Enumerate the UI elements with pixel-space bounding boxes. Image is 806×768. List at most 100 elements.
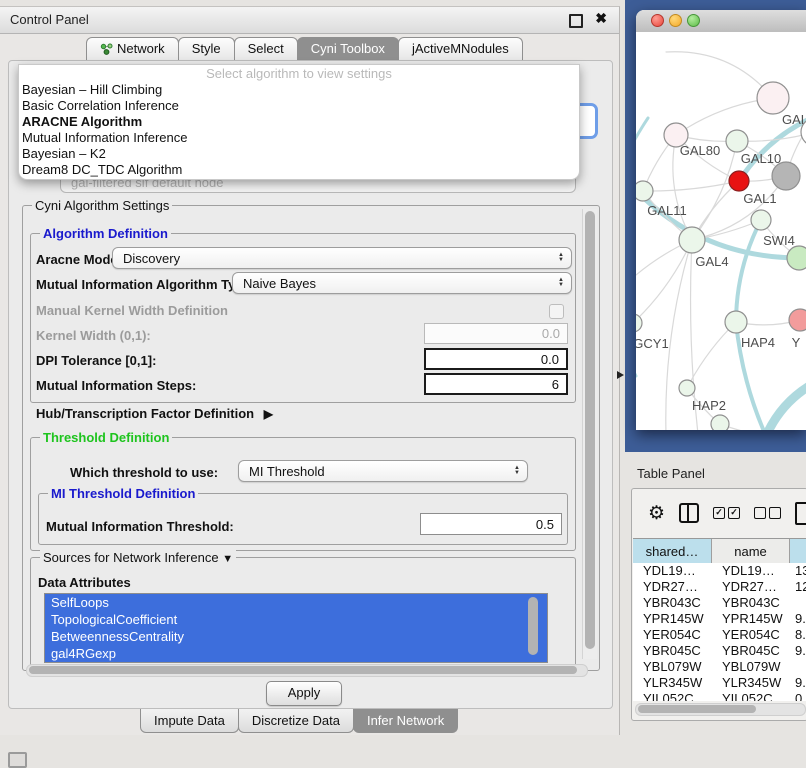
- dpi-tolerance-input[interactable]: 0.0: [424, 348, 568, 370]
- column-layout-icon[interactable]: [679, 503, 699, 523]
- network-node-gcy1[interactable]: [636, 314, 642, 332]
- table-row[interactable]: YPR145WYPR145W9.: [633, 611, 806, 627]
- dropdown-item[interactable]: Bayesian – Hill Climbing: [19, 82, 579, 98]
- table-cell[interactable]: 9.: [790, 643, 806, 659]
- table-cell[interactable]: 0.: [790, 691, 806, 701]
- data-attributes-list[interactable]: SelfLoopsTopologicalCoefficientBetweenne…: [44, 593, 548, 663]
- table-cell[interactable]: YER054C: [633, 627, 712, 643]
- table-cell[interactable]: 9.: [790, 675, 806, 691]
- table-cell[interactable]: YBR043C: [712, 595, 790, 611]
- table-cell[interactable]: YPR145W: [712, 611, 790, 627]
- column-header[interactable]: shared…: [633, 539, 712, 563]
- table-cell[interactable]: 13: [790, 563, 806, 579]
- network-node[interactable]: [787, 246, 806, 270]
- settings-hscrollbar[interactable]: [26, 664, 588, 677]
- sources-title[interactable]: Sources for Network Inference ▼: [40, 550, 236, 565]
- table-row[interactable]: YBL079WYBL079W: [633, 659, 806, 675]
- network-node-hap4[interactable]: [725, 311, 747, 333]
- attributes-scrollbar-thumb[interactable]: [528, 597, 538, 655]
- minimized-panel-icon[interactable]: [8, 752, 27, 768]
- network-node-swi4[interactable]: [751, 210, 771, 230]
- table-row[interactable]: YBR045CYBR045C9.: [633, 643, 806, 659]
- new-table-icon[interactable]: [795, 502, 806, 525]
- gear-icon[interactable]: ⚙: [648, 502, 665, 525]
- dropdown-item[interactable]: ARACNE Algorithm: [19, 114, 579, 130]
- close-traffic-light-icon[interactable]: [651, 14, 664, 27]
- network-node-hap2[interactable]: [679, 380, 695, 396]
- tab-infer-network[interactable]: Infer Network: [353, 709, 458, 733]
- tab-select[interactable]: Select: [234, 37, 298, 60]
- table-cell[interactable]: YIL052C: [633, 691, 712, 701]
- network-node[interactable]: [772, 162, 800, 190]
- column-header[interactable]: [790, 539, 806, 563]
- table-row[interactable]: YER054CYER054C8.: [633, 627, 806, 643]
- table-hscrollbar-thumb[interactable]: [638, 705, 756, 713]
- table-cell[interactable]: YLR345W: [633, 675, 712, 691]
- mi-type-combo[interactable]: Naive Bayes ▲▼: [232, 272, 572, 294]
- table-cell[interactable]: YER054C: [712, 627, 790, 643]
- table-row[interactable]: YBR043CYBR043C: [633, 595, 806, 611]
- tab-jactivemnodules[interactable]: jActiveMNodules: [398, 37, 523, 60]
- minimize-traffic-light-icon[interactable]: [669, 14, 682, 27]
- table-cell[interactable]: YDR27…: [633, 579, 712, 595]
- mi-threshold-input[interactable]: 0.5: [420, 513, 562, 535]
- mi-steps-input[interactable]: 6: [424, 373, 568, 395]
- tab-cyni-toolbox[interactable]: Cyni Toolbox: [297, 37, 399, 60]
- table-cell[interactable]: YBR045C: [712, 643, 790, 659]
- table-cell[interactable]: YIL052C: [712, 691, 790, 701]
- hub-definition-toggle[interactable]: Hub/Transcription Factor Definition ▶: [36, 406, 273, 421]
- tab-impute-data[interactable]: Impute Data: [140, 709, 239, 733]
- table-row[interactable]: YDL19…YDL19…13: [633, 563, 806, 579]
- attribute-item[interactable]: SelfLoops: [45, 594, 547, 611]
- column-header[interactable]: name: [712, 539, 790, 563]
- settings-hscrollbar-thumb[interactable]: [29, 666, 577, 674]
- table-cell[interactable]: YDL19…: [712, 563, 790, 579]
- table-row[interactable]: YIL052CYIL052C0.: [633, 691, 806, 701]
- table-cell[interactable]: YBR043C: [633, 595, 712, 611]
- table-cell[interactable]: YPR145W: [633, 611, 712, 627]
- table-cell[interactable]: YDL19…: [633, 563, 712, 579]
- table-cell[interactable]: [790, 659, 806, 675]
- tab-network[interactable]: Network: [86, 37, 179, 60]
- attribute-item[interactable]: BetweennessCentrality: [45, 628, 547, 645]
- table-cell[interactable]: YLR345W: [712, 675, 790, 691]
- tab-discretize-data[interactable]: Discretize Data: [238, 709, 354, 733]
- attribute-item[interactable]: TopologicalCoefficient: [45, 611, 547, 628]
- dropdown-item[interactable]: Dream8 DC_TDC Algorithm: [19, 162, 579, 178]
- network-node-gal[interactable]: [757, 82, 789, 114]
- attribute-item[interactable]: gal4RGexp: [45, 645, 547, 662]
- tab-style[interactable]: Style: [178, 37, 235, 60]
- zoom-traffic-light-icon[interactable]: [687, 14, 700, 27]
- dropdown-item[interactable]: Mutual Information Inference: [19, 130, 579, 146]
- dropdown-item[interactable]: Bayesian – K2: [19, 146, 579, 162]
- settings-scrollbar[interactable]: [582, 209, 597, 659]
- close-icon[interactable]: ✖: [595, 10, 607, 27]
- table-row[interactable]: YLR345WYLR345W9.: [633, 675, 806, 691]
- table-cell[interactable]: YBR045C: [633, 643, 712, 659]
- table-cell[interactable]: [790, 595, 806, 611]
- network-node-gal10[interactable]: [726, 130, 748, 152]
- select-columns-icon[interactable]: ✓✓: [713, 507, 740, 519]
- settings-scrollbar-thumb[interactable]: [585, 211, 595, 649]
- which-threshold-combo[interactable]: MI Threshold ▲▼: [238, 460, 528, 482]
- network-node[interactable]: [711, 415, 729, 430]
- network-node-gal4[interactable]: [679, 227, 705, 253]
- float-window-icon[interactable]: [569, 14, 583, 28]
- network-canvas[interactable]: GALGAL80GAL10GAL1GAL11SWI4GAL4GCY1HAP4YH…: [636, 32, 806, 430]
- table-hscrollbar[interactable]: [635, 703, 806, 716]
- table-cell[interactable]: 12: [790, 579, 806, 595]
- table-cell[interactable]: 8.: [790, 627, 806, 643]
- network-node-y[interactable]: [789, 309, 806, 331]
- unselect-columns-icon[interactable]: [754, 507, 781, 519]
- network-node-gal11[interactable]: [636, 181, 653, 201]
- dropdown-item[interactable]: Basic Correlation Inference: [19, 98, 579, 114]
- table-row[interactable]: YDR27…YDR27…12: [633, 579, 806, 595]
- network-window-titlebar[interactable]: [636, 10, 806, 33]
- table-cell[interactable]: YDR27…: [712, 579, 790, 595]
- aracne-mode-combo[interactable]: Discovery ▲▼: [112, 247, 572, 269]
- table-cell[interactable]: YBL079W: [633, 659, 712, 675]
- apply-button[interactable]: Apply: [266, 681, 342, 706]
- network-node-gal1[interactable]: [729, 171, 749, 191]
- table-cell[interactable]: 9.: [790, 611, 806, 627]
- table-cell[interactable]: YBL079W: [712, 659, 790, 675]
